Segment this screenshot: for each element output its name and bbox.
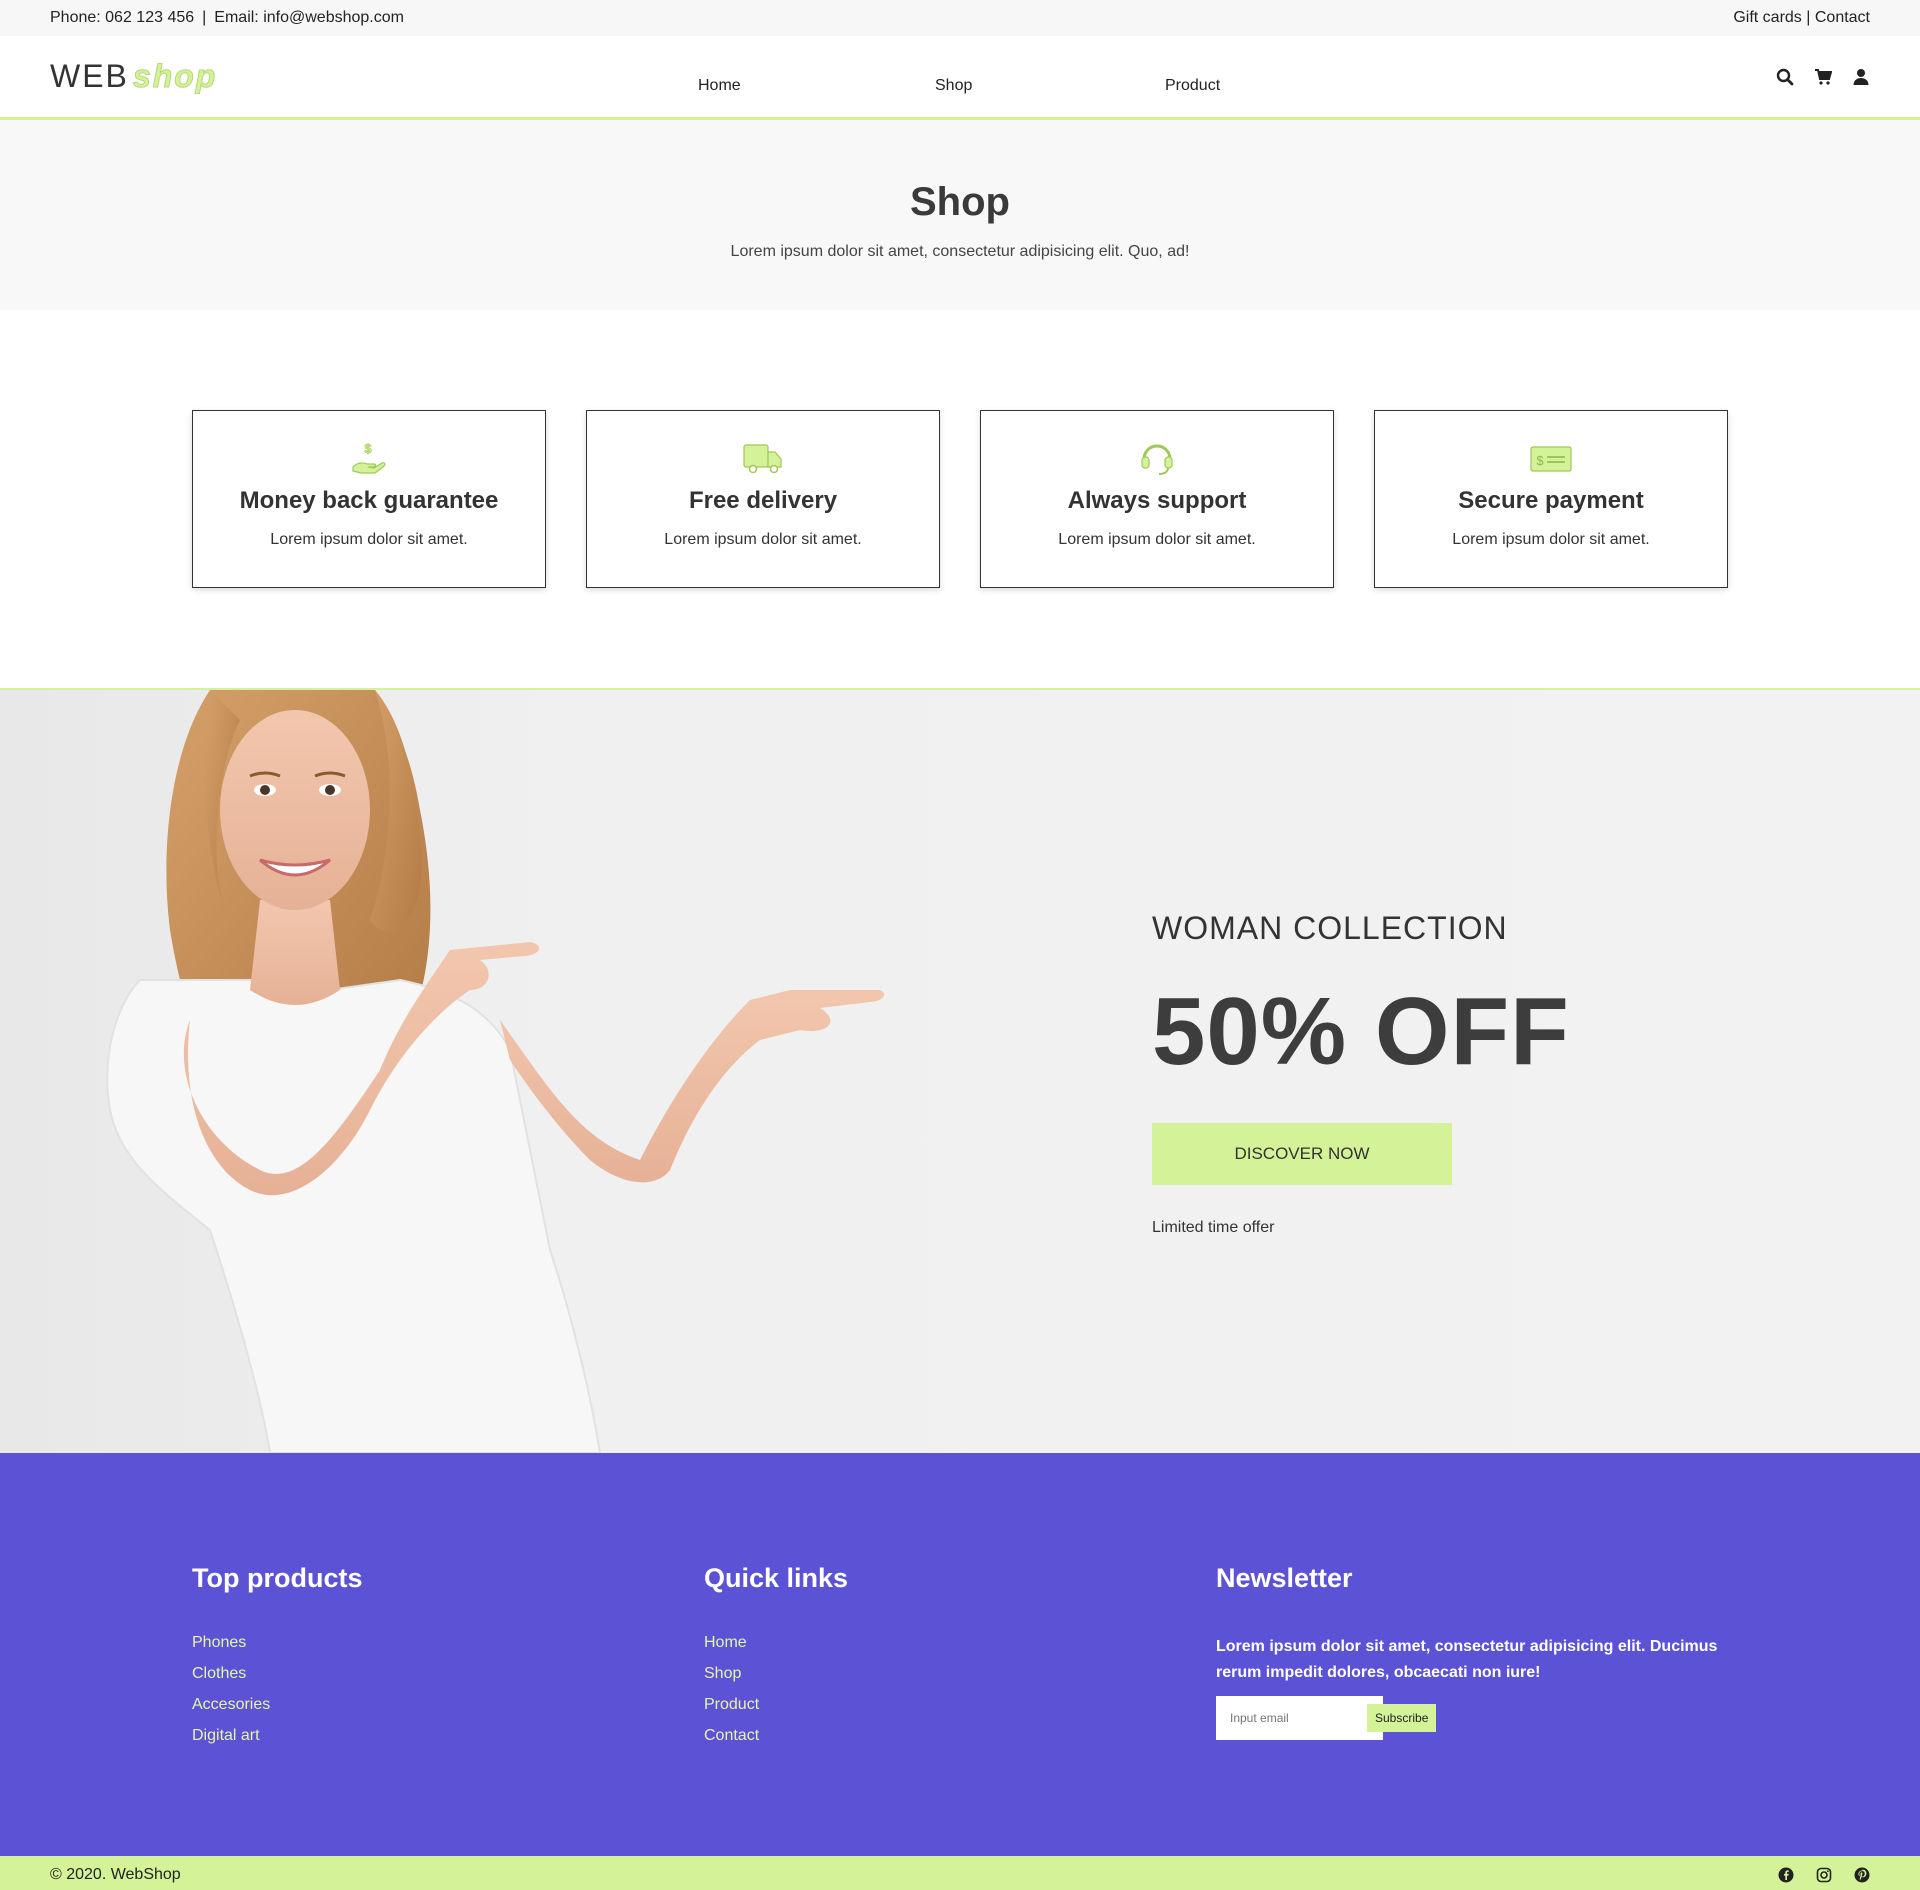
payment-card-icon: $: [1529, 439, 1573, 477]
footer-quick-links: Quick links Home Shop Product Contact: [704, 1563, 1216, 1856]
nav-shop[interactable]: Shop: [935, 77, 972, 95]
phone-text: Phone: 062 123 456: [50, 9, 195, 26]
footer-link-clothes[interactable]: Clothes: [192, 1665, 246, 1682]
divider: |: [1806, 9, 1811, 26]
feature-title: Always support: [1067, 487, 1247, 514]
header-icons: [1776, 68, 1870, 86]
svg-text:$: $: [364, 441, 372, 456]
footer-link-accesories[interactable]: Accesories: [192, 1696, 270, 1713]
footer: Top products Phones Clothes Accesories D…: [0, 1453, 1920, 1856]
promo-text: WOMAN COLLECTION 50% OFF DISCOVER NOW Li…: [1152, 910, 1570, 1237]
woman-pointing-image: [106, 690, 885, 1453]
gift-cards-link[interactable]: Gift cards: [1733, 9, 1801, 26]
footer-heading: Top products: [192, 1563, 363, 1593]
feature-card-money-back: $ Money back guarantee Lorem ipsum dolor…: [192, 410, 546, 588]
contact-link[interactable]: Contact: [1815, 9, 1870, 26]
promo-collection: WOMAN COLLECTION: [1152, 910, 1508, 946]
footer-newsletter: Newsletter Lorem ipsum dolor sit amet, c…: [1216, 1563, 1728, 1856]
newsletter-form: Subscribe: [1216, 1696, 1728, 1740]
email-text: Email: info@webshop.com: [214, 9, 404, 26]
feature-card-always-support: Always support Lorem ipsum dolor sit ame…: [980, 410, 1334, 588]
search-icon[interactable]: [1776, 68, 1794, 86]
top-links: Gift cards | Contact: [1733, 9, 1870, 27]
footer-heading: Newsletter: [1216, 1563, 1353, 1593]
headset-icon: [1135, 439, 1179, 477]
footer-link-digital-art[interactable]: Digital art: [192, 1727, 260, 1744]
feature-text: Lorem ipsum dolor sit amet.: [664, 531, 862, 548]
features-section: $ Money back guarantee Lorem ipsum dolor…: [0, 310, 1920, 690]
feature-title: Free delivery: [688, 487, 838, 514]
top-bar: Phone: 062 123 456 | Email: info@webshop.c…: [0, 0, 1920, 36]
nav-product[interactable]: Product: [1165, 77, 1220, 95]
nav-home[interactable]: Home: [698, 77, 741, 95]
footer-heading: Quick links: [704, 1563, 849, 1593]
logo-web: WEB: [50, 58, 129, 94]
instagram-icon[interactable]: [1816, 1867, 1832, 1883]
footer-link-shop[interactable]: Shop: [704, 1665, 741, 1682]
logo[interactable]: WEB shop: [50, 58, 217, 95]
promo-note: Limited time offer: [1152, 1219, 1275, 1236]
footer-link-phones[interactable]: Phones: [192, 1634, 246, 1651]
footer-link-contact[interactable]: Contact: [704, 1727, 759, 1744]
truck-icon: [741, 439, 785, 477]
pinterest-icon[interactable]: [1854, 1867, 1870, 1883]
feature-title: Secure payment: [1458, 487, 1644, 514]
promo-discount: 50% OFF: [1152, 978, 1570, 1085]
newsletter-text: Lorem ipsum dolor sit amet, consectetur …: [1216, 1638, 1718, 1681]
svg-text:$: $: [1536, 453, 1544, 468]
page-hero: Shop Lorem ipsum dolor sit amet, consect…: [0, 120, 1920, 310]
feature-card-free-delivery: Free delivery Lorem ipsum dolor sit amet…: [586, 410, 940, 588]
footer-top-products: Top products Phones Clothes Accesories D…: [192, 1563, 704, 1856]
feature-card-secure-payment: $ Secure payment Lorem ipsum dolor sit a…: [1374, 410, 1728, 588]
user-icon[interactable]: [1852, 68, 1870, 86]
feature-text: Lorem ipsum dolor sit amet.: [1452, 531, 1650, 548]
feature-text: Lorem ipsum dolor sit amet.: [270, 531, 468, 548]
money-hand-icon: $: [347, 439, 391, 477]
feature-text: Lorem ipsum dolor sit amet.: [1058, 531, 1256, 548]
separator: |: [202, 9, 207, 26]
discover-now-button[interactable]: DISCOVER NOW: [1152, 1123, 1452, 1185]
logo-shop: shop: [132, 58, 218, 95]
feature-title: Money back guarantee: [239, 487, 499, 514]
page-subtitle: Lorem ipsum dolor sit amet, consectetur …: [730, 243, 1190, 260]
contact-info: Phone: 062 123 456 | Email: info@webshop.c…: [50, 9, 404, 27]
bottom-bar: © 2020. WebShop: [0, 1856, 1920, 1890]
header: WEB shop Home Shop Product: [0, 36, 1920, 120]
copyright: © 2020. WebShop: [50, 1866, 181, 1883]
promo-banner: WOMAN COLLECTION 50% OFF DISCOVER NOW Li…: [0, 690, 1920, 1453]
social-links: [1778, 1867, 1870, 1883]
footer-link-product[interactable]: Product: [704, 1696, 759, 1713]
cart-icon[interactable]: [1814, 68, 1832, 86]
facebook-icon[interactable]: [1778, 1867, 1794, 1883]
page-title: Shop: [910, 180, 1010, 224]
subscribe-button[interactable]: Subscribe: [1367, 1704, 1437, 1732]
footer-link-home[interactable]: Home: [704, 1634, 747, 1651]
email-input[interactable]: [1216, 1696, 1383, 1740]
